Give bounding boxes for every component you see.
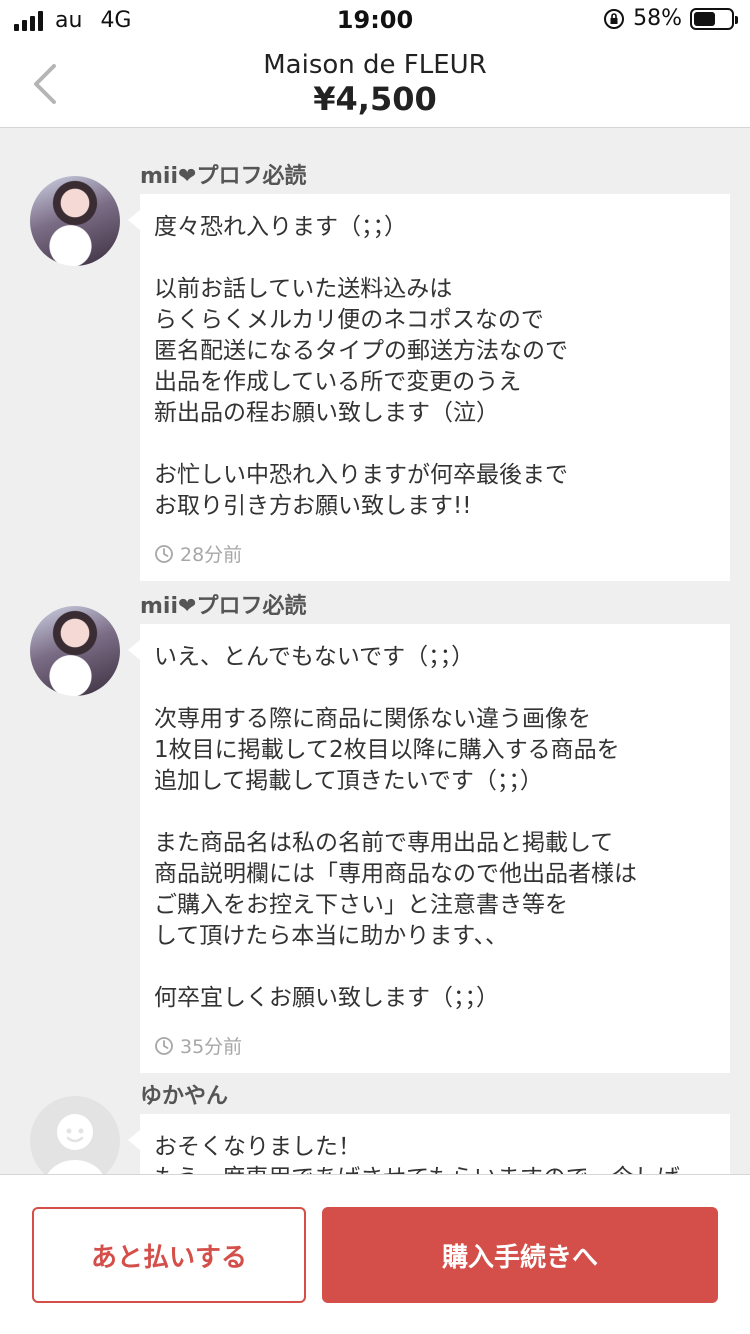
item-title: Maison de FLEUR: [263, 50, 487, 80]
purchase-button[interactable]: 購入手続きへ: [322, 1207, 718, 1303]
timestamp-text: 35分前: [180, 1036, 243, 1058]
status-bar: au 4G 19:00 58%: [0, 0, 750, 40]
battery-icon: [690, 7, 738, 30]
pay-later-button[interactable]: あと払いする: [32, 1207, 306, 1303]
clock-icon: [155, 544, 173, 563]
item-price: ¥4,500: [313, 80, 437, 118]
sender-name: mii❤プロフ必読: [140, 594, 307, 619]
message-text: 度々恐れ入ります（；；） 以前お話していた送料込みは らくらくメルカリ便のネコポ…: [154, 214, 568, 519]
default-user-icon: [47, 1114, 103, 1174]
clock-icon: [155, 1036, 173, 1055]
battery-percent: 58%: [633, 6, 682, 31]
avatar[interactable]: [30, 606, 120, 696]
message-bubble: おそくなりました！ もう一度専用であげさせてもらいますので、今しば: [128, 1114, 730, 1174]
message-timestamp: 28分前: [154, 540, 716, 567]
avatar[interactable]: [30, 1096, 120, 1174]
message-text: いえ、とんでもないです（；；） 次専用する際に商品に関係ない違う画像を 1枚目に…: [154, 644, 637, 1011]
sender-name: mii❤プロフ必読: [140, 164, 307, 189]
sender-name: ゆかやん: [140, 1084, 229, 1109]
nav-bar: Maison de FLEUR ¥4,500: [0, 40, 750, 128]
message-bubble: いえ、とんでもないです（；；） 次専用する際に商品に関係ない違う画像を 1枚目に…: [128, 624, 730, 1073]
message-list[interactable]: mii❤プロフ必読 度々恐れ入ります（；；） 以前お話していた送料込みは らくら…: [0, 128, 750, 1174]
timestamp-text: 28分前: [180, 544, 243, 566]
message-timestamp: 35分前: [154, 1032, 716, 1059]
bottom-action-bar: あと払いする 購入手続きへ: [0, 1174, 750, 1334]
message-bubble: 度々恐れ入ります（；；） 以前お話していた送料込みは らくらくメルカリ便のネコポ…: [128, 194, 730, 581]
message-text: おそくなりました！ もう一度専用であげさせてもらいますので、今しば: [154, 1134, 680, 1174]
orientation-lock-icon: [604, 8, 625, 29]
avatar[interactable]: [30, 176, 120, 266]
